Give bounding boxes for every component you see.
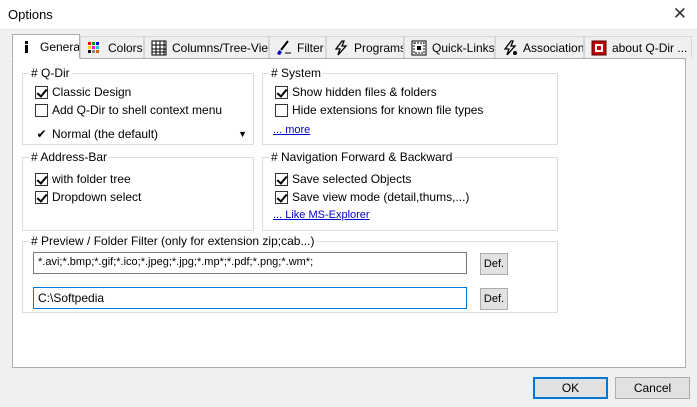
association-lightning-icon <box>502 39 518 56</box>
tab-colors[interactable]: Colors <box>80 36 144 58</box>
general-tab-panel: # Q-Dir Classic Design Add Q-Dir to shel… <box>12 58 686 368</box>
tab-label: Filter <box>297 40 324 55</box>
title-bar: Options ✕ <box>0 0 697 30</box>
tab-strip: General Colors Columns/Tree-View Filter … <box>12 34 692 59</box>
save-objects-option[interactable]: Save selected Objects <box>275 171 411 187</box>
mode-dropdown[interactable]: ✔ Normal (the default) ▼ <box>35 126 247 142</box>
tab-columns-tree-view[interactable]: Columns/Tree-View <box>144 36 269 58</box>
about-red-icon <box>591 40 607 56</box>
tab-general[interactable]: General <box>12 34 80 59</box>
system-group: # System Show hidden files & folders Hid… <box>262 66 558 145</box>
save-view-checkbox[interactable] <box>275 190 288 204</box>
tab-label: Programs <box>354 40 404 55</box>
preview-filter-group: # Preview / Folder Filter (only for exte… <box>22 234 558 313</box>
extensions-input[interactable]: *.avi;*.bmp;*.gif;*.ico;*.jpeg;*.jpg;*.m… <box>33 252 467 274</box>
tab-quick-links[interactable]: Quick-Links <box>404 36 495 58</box>
more-link[interactable]: ... more <box>273 124 310 136</box>
group-title: # Address-Bar <box>29 150 110 164</box>
classic-design-checkbox[interactable] <box>35 85 48 99</box>
tab-label: Quick-Links <box>432 40 495 55</box>
classic-design-option[interactable]: Classic Design <box>35 84 131 100</box>
mode-value: Normal (the default) <box>52 127 159 141</box>
checkbox-label: Hide extensions for known file types <box>292 103 484 117</box>
folder-default-button[interactable]: Def. <box>480 288 508 310</box>
show-hidden-option[interactable]: Show hidden files & folders <box>275 84 437 100</box>
checkbox-label: with folder tree <box>52 172 131 186</box>
group-title: # Preview / Folder Filter (only for exte… <box>29 234 317 248</box>
filter-brush-icon <box>276 39 292 56</box>
color-palette-icon <box>87 40 103 56</box>
hide-extensions-checkbox[interactable] <box>275 103 288 117</box>
checkbox-label: Save view mode (detail,thums,...) <box>292 190 470 204</box>
checkbox-label: Save selected Objects <box>292 172 412 186</box>
folder-tree-checkbox[interactable] <box>35 172 48 186</box>
show-hidden-checkbox[interactable] <box>275 85 288 99</box>
more-link-row: ... more <box>273 122 310 138</box>
tab-label: General <box>40 39 80 54</box>
tab-label: about Q-Dir ... <box>612 40 688 55</box>
save-objects-checkbox[interactable] <box>275 172 288 186</box>
navigation-group: # Navigation Forward & Backward Save sel… <box>262 150 558 231</box>
ms-explorer-link-row: ... Like MS-Explorer <box>273 207 370 223</box>
cancel-button[interactable]: Cancel <box>615 377 690 399</box>
checkbox-label: Classic Design <box>52 85 132 99</box>
dropdown-select-option[interactable]: Dropdown select <box>35 189 141 205</box>
close-icon[interactable]: ✕ <box>673 4 687 24</box>
group-title: # Q-Dir <box>29 66 72 80</box>
tab-label: Columns/Tree-View <box>172 40 269 55</box>
shell-context-checkbox[interactable] <box>35 103 48 117</box>
checkbox-label: Add Q-Dir to shell context menu <box>52 103 223 117</box>
save-view-option[interactable]: Save view mode (detail,thums,...) <box>275 189 469 205</box>
tab-programs[interactable]: Programs <box>326 36 404 58</box>
checkbox-label: Dropdown select <box>52 190 142 204</box>
tab-filter[interactable]: Filter <box>269 36 326 58</box>
check-mark-icon: ✔ <box>36 127 47 141</box>
quick-links-icon <box>411 40 427 56</box>
tab-label: Association <box>523 40 584 55</box>
folder-filter-input[interactable]: C:\Softpedia <box>33 287 467 309</box>
hide-extensions-option[interactable]: Hide extensions for known file types <box>275 102 483 118</box>
shell-context-option[interactable]: Add Q-Dir to shell context menu <box>35 102 222 118</box>
tab-about[interactable]: about Q-Dir ... <box>584 36 692 58</box>
group-title: # Navigation Forward & Backward <box>269 150 455 164</box>
checkbox-label: Show hidden files & folders <box>292 85 437 99</box>
tab-association[interactable]: Association <box>495 36 584 58</box>
columns-grid-icon <box>151 40 167 56</box>
like-ms-explorer-link[interactable]: ... Like MS-Explorer <box>273 209 370 221</box>
chevron-down-icon[interactable]: ▼ <box>238 129 247 139</box>
qdir-group: # Q-Dir Classic Design Add Q-Dir to shel… <box>22 66 254 145</box>
window-title: Options <box>8 7 53 22</box>
tab-label: Colors <box>108 40 143 55</box>
folder-tree-option[interactable]: with folder tree <box>35 171 131 187</box>
info-icon <box>19 39 35 55</box>
ok-button[interactable]: OK <box>533 377 608 399</box>
address-bar-group: # Address-Bar with folder tree Dropdown … <box>22 150 254 231</box>
lightning-icon <box>333 39 349 56</box>
dropdown-select-checkbox[interactable] <box>35 190 48 204</box>
extensions-default-button[interactable]: Def. <box>480 253 508 275</box>
group-title: # System <box>269 66 324 80</box>
